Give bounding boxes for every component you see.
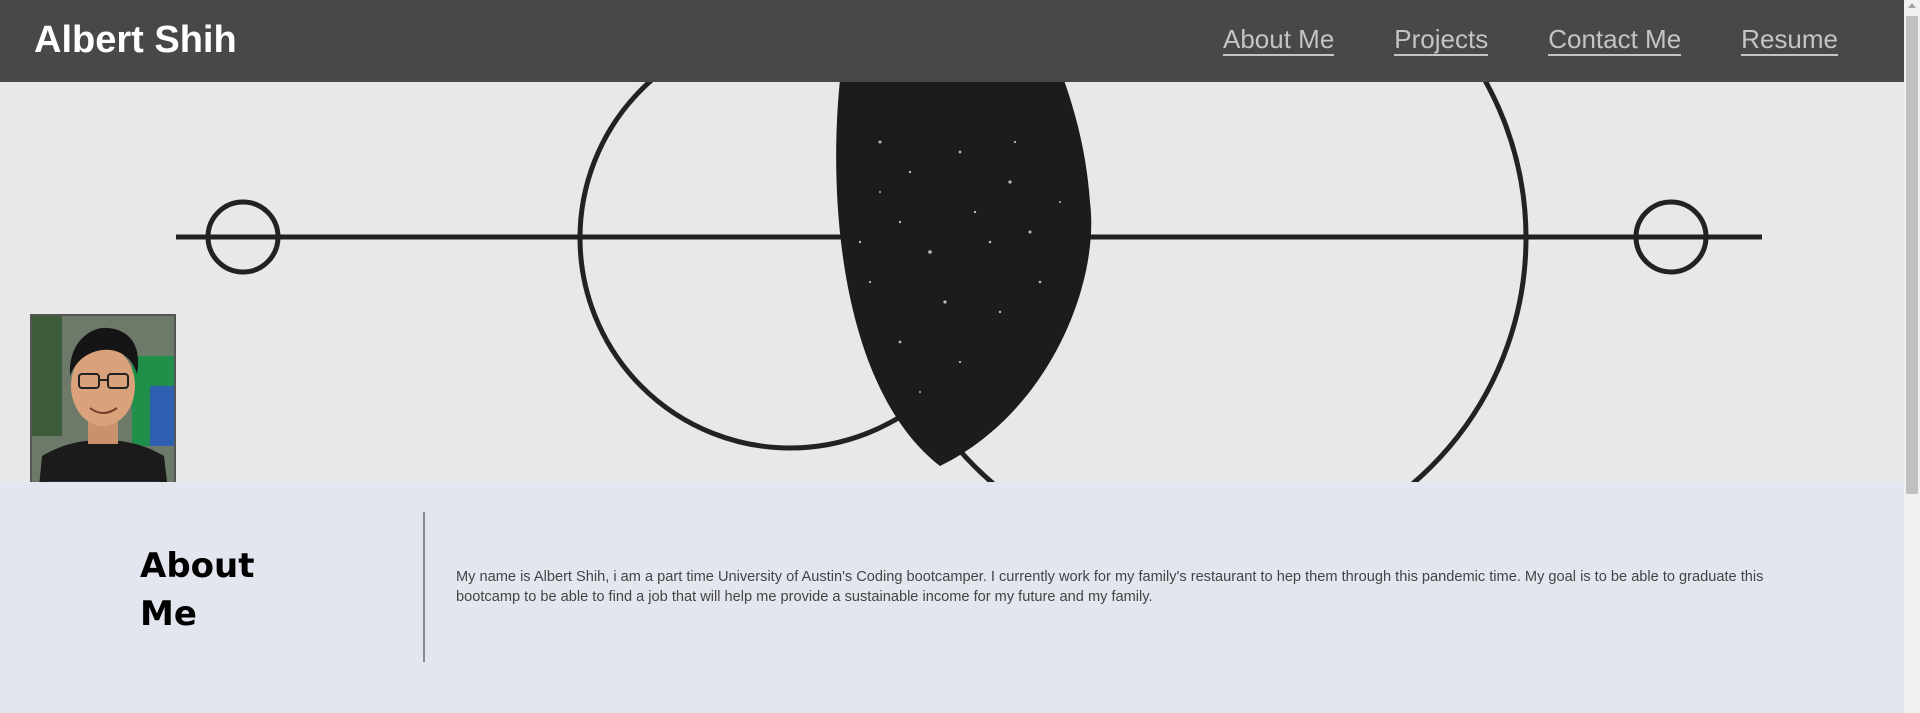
hero-background-illustration [176, 82, 1762, 482]
about-body-text: My name is Albert Shih, i am a part time… [456, 569, 1764, 605]
about-divider [423, 512, 425, 662]
site-title: Albert Shih [34, 19, 237, 61]
about-heading: About Me [140, 546, 255, 634]
page: Albert Shih About Me Projects Contact Me… [0, 0, 1920, 713]
hero-banner [0, 82, 1904, 482]
eclipse-shape [836, 82, 1092, 466]
profile-photo [30, 314, 176, 482]
scroll-up-arrow-icon[interactable] [1908, 3, 1916, 8]
scroll-thumb[interactable] [1906, 16, 1918, 494]
nav-link-resume[interactable]: Resume [1741, 24, 1838, 56]
about-section: About Me My name is Albert Shih, i am a … [0, 482, 1904, 713]
vertical-scrollbar[interactable] [1904, 0, 1920, 713]
nav-link-projects[interactable]: Projects [1394, 24, 1489, 56]
avatar-illustration [32, 316, 174, 482]
nav-links: About Me Projects Contact Me Resume [1223, 24, 1838, 56]
nav-link-about-me[interactable]: About Me [1223, 24, 1335, 56]
navbar: Albert Shih About Me Projects Contact Me… [0, 0, 1904, 82]
nav-link-contact-me[interactable]: Contact Me [1548, 24, 1682, 56]
